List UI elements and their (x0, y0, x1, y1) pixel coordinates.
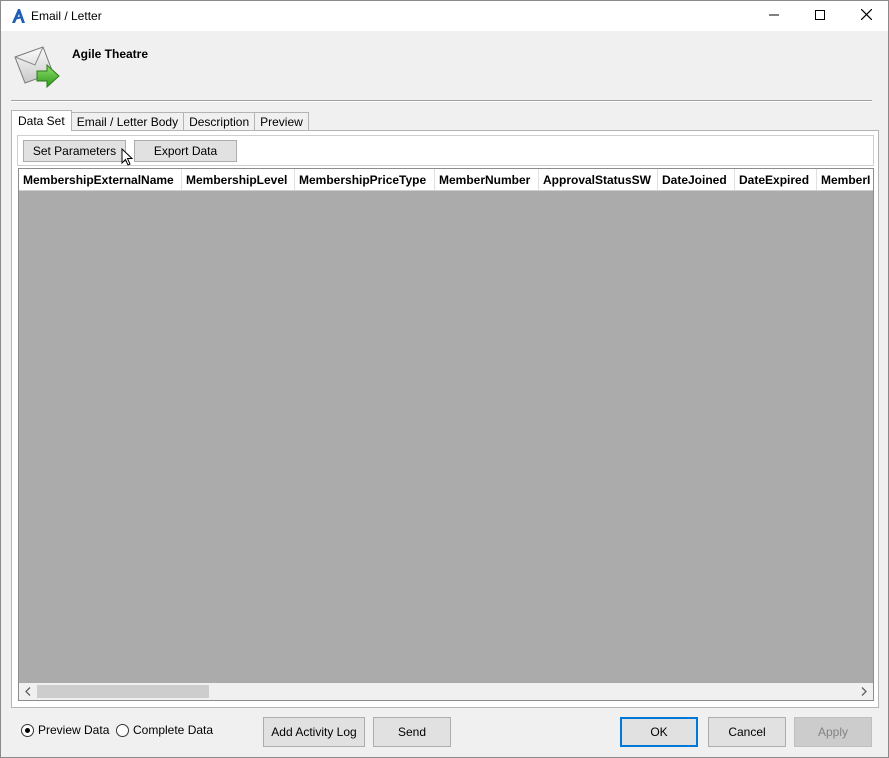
column-header[interactable]: MembershipExternalName (19, 169, 182, 190)
tab-strip: Data Set Email / Letter Body Description… (11, 110, 309, 131)
scroll-left-icon[interactable] (21, 683, 35, 700)
maximize-button[interactable] (797, 1, 843, 31)
tab-description[interactable]: Description (183, 112, 256, 131)
column-header[interactable]: ApprovalStatusSW (539, 169, 658, 190)
title-bar: Email / Letter (1, 1, 888, 31)
preview-data-radio[interactable] (21, 723, 34, 737)
column-header[interactable]: MemberI (817, 169, 873, 190)
set-parameters-button[interactable]: Set Parameters (23, 140, 126, 162)
close-icon (860, 8, 872, 23)
complete-data-option[interactable]: Complete Data (116, 723, 213, 737)
minimize-icon (769, 9, 779, 23)
data-grid[interactable]: MembershipExternalName MembershipLevel M… (18, 168, 874, 701)
scroll-right-icon[interactable] (857, 683, 871, 700)
agile-logo-icon (10, 8, 26, 24)
header-divider (11, 100, 872, 102)
complete-data-label: Complete Data (133, 723, 214, 737)
apply-button[interactable]: Apply (794, 717, 872, 747)
data-toolbar: Set Parameters Export Data (17, 135, 874, 166)
tab-data-set[interactable]: Data Set (11, 110, 72, 131)
column-header[interactable]: DateExpired (735, 169, 817, 190)
export-data-button[interactable]: Export Data (134, 140, 237, 162)
horizontal-scrollbar[interactable] (19, 683, 873, 700)
send-button[interactable]: Send (373, 717, 451, 747)
data-set-panel: Set Parameters Export Data MembershipExt… (11, 130, 879, 708)
email-letter-window: Email / Letter Agile Theatre Data Set Em… (0, 0, 889, 758)
tab-preview[interactable]: Preview (254, 112, 309, 131)
mouse-cursor-icon (121, 147, 135, 168)
cancel-button[interactable]: Cancel (708, 717, 786, 747)
add-activity-log-button[interactable]: Add Activity Log (263, 717, 365, 747)
organization-name: Agile Theatre (72, 47, 149, 61)
close-button[interactable] (843, 1, 889, 31)
dialog-header: Agile Theatre (1, 31, 888, 101)
maximize-icon (815, 9, 825, 23)
tab-email-letter-body[interactable]: Email / Letter Body (70, 112, 185, 131)
grid-header-row: MembershipExternalName MembershipLevel M… (19, 169, 873, 191)
column-header[interactable]: MembershipPriceType (295, 169, 435, 190)
window-title: Email / Letter (31, 9, 102, 23)
column-header[interactable]: MembershipLevel (182, 169, 295, 190)
minimize-button[interactable] (751, 1, 797, 31)
ok-button[interactable]: OK (620, 717, 698, 747)
scrollbar-thumb[interactable] (37, 685, 209, 698)
preview-data-option[interactable]: Preview Data (21, 723, 109, 737)
email-send-icon (13, 45, 61, 89)
column-header[interactable]: DateJoined (658, 169, 735, 190)
complete-data-radio[interactable] (116, 723, 129, 737)
column-header[interactable]: MemberNumber (435, 169, 539, 190)
preview-data-label: Preview Data (38, 723, 110, 737)
